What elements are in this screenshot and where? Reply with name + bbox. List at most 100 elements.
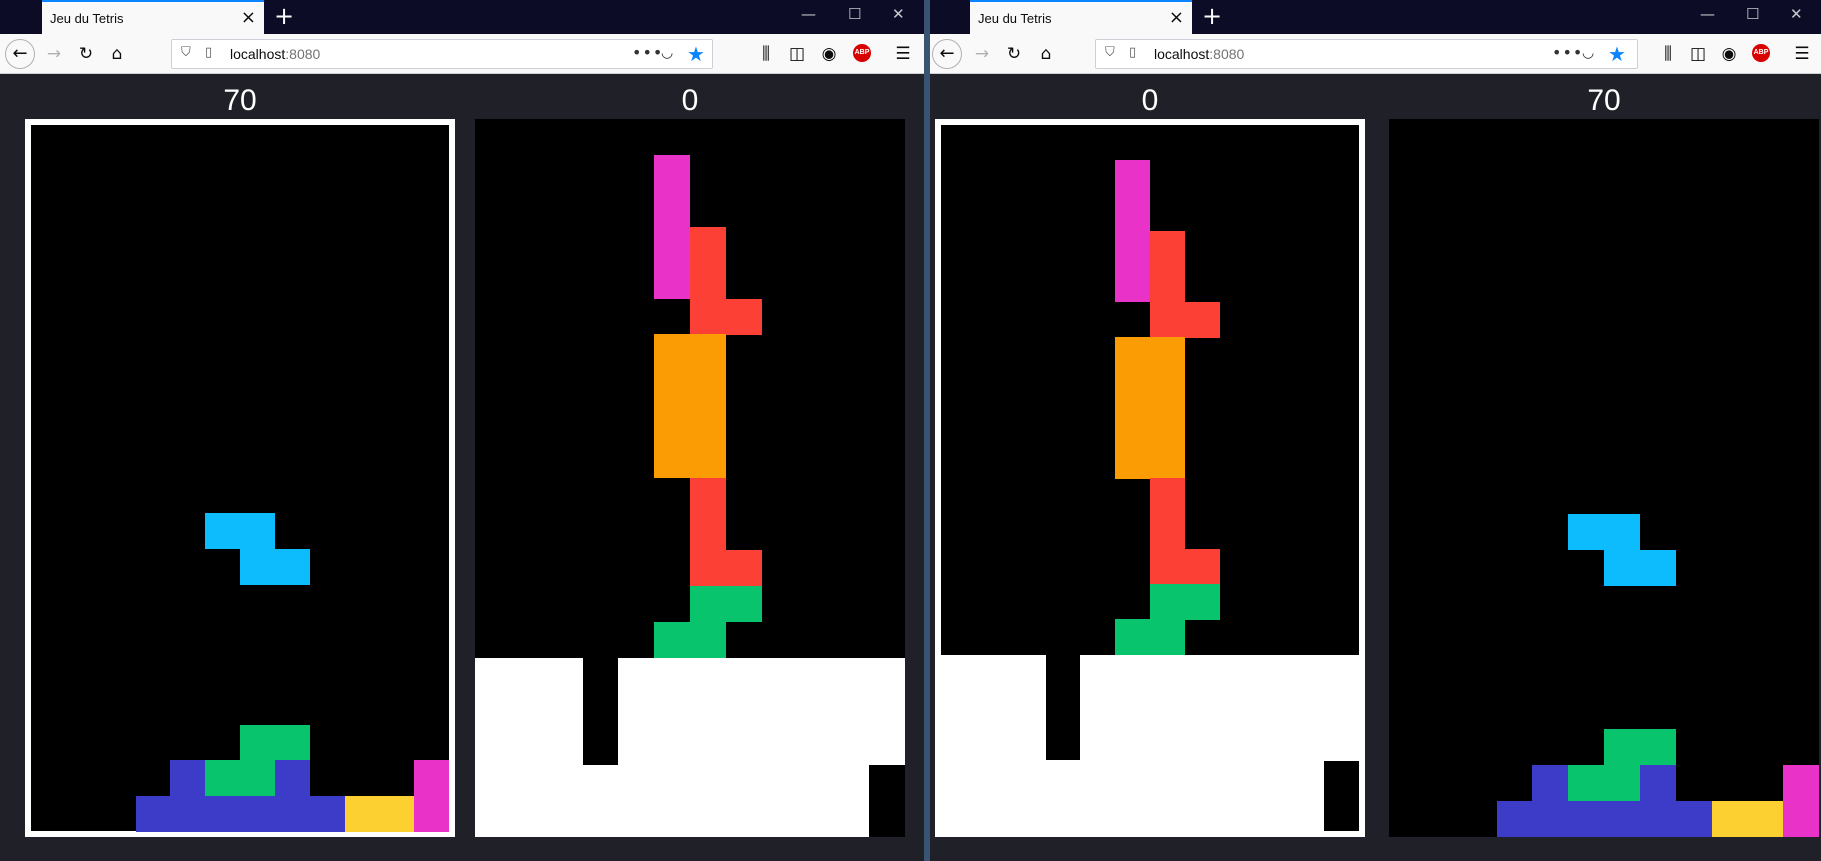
garbage-block — [475, 693, 511, 730]
library-icon[interactable]: ⫼ — [1656, 42, 1680, 66]
garbage-block — [1010, 725, 1046, 762]
page-actions-icon[interactable]: ••• — [632, 43, 663, 62]
garbage-block — [1324, 654, 1360, 691]
tetromino-block-green — [1150, 619, 1185, 656]
garbage-block — [761, 765, 798, 802]
garbage-block — [1254, 760, 1290, 797]
garbage-block — [797, 693, 834, 730]
tetromino-block-orange — [690, 370, 726, 407]
tetromino-block-blue — [309, 795, 345, 832]
garbage-block — [654, 765, 691, 802]
tab-close-icon[interactable]: × — [241, 8, 256, 28]
forward-arrow-icon[interactable]: → — [970, 42, 994, 66]
new-tab-icon[interactable]: + — [1202, 3, 1222, 29]
tetris-board-active[interactable] — [935, 119, 1365, 837]
garbage-block — [1254, 725, 1290, 762]
page-info-icon[interactable]: ▯ — [1129, 45, 1136, 60]
url-bar[interactable]: ⛉ ▯ localhost:8080 ••• ◡ ★ — [171, 39, 713, 69]
tetris-board-active[interactable] — [25, 119, 455, 837]
garbage-block — [690, 729, 726, 766]
forward-arrow-icon[interactable]: → — [42, 42, 66, 66]
tetromino-block-blue — [240, 795, 275, 832]
garbage-block — [618, 693, 655, 730]
garbage-block — [975, 795, 1011, 832]
player-score: 70 — [223, 84, 257, 117]
back-arrow-icon[interactable]: ← — [932, 39, 962, 69]
tetromino-block-green — [1184, 583, 1220, 620]
garbage-block — [654, 657, 691, 694]
garbage-block — [1184, 689, 1220, 726]
tetromino-block-red — [690, 298, 726, 335]
account-icon[interactable]: ◉ — [817, 42, 841, 66]
garbage-block — [1010, 760, 1046, 797]
opponent-score: 70 — [1587, 84, 1621, 117]
tab-close-icon[interactable]: × — [1169, 8, 1184, 28]
tetromino-block-red — [1150, 478, 1185, 514]
reload-icon[interactable]: ↻ — [1002, 42, 1026, 66]
page-info-icon[interactable]: ▯ — [205, 45, 212, 60]
page-actions-icon[interactable]: ••• — [1552, 43, 1583, 62]
tetromino-block-orange — [1115, 407, 1151, 444]
garbage-block — [1115, 725, 1151, 762]
hamburger-menu-icon[interactable]: ☰ — [1790, 42, 1814, 66]
tetromino-block-yellow — [1711, 801, 1748, 838]
tetromino-block-red — [690, 262, 726, 299]
tracking-shield-icon[interactable]: ⛉ — [1105, 45, 1115, 60]
home-icon[interactable]: ⌂ — [105, 42, 129, 66]
garbage-block — [725, 693, 762, 730]
url-bar[interactable]: ⛉ ▯ localhost:8080 ••• ◡ ★ — [1095, 39, 1638, 69]
tetromino-block-blue — [1532, 801, 1569, 838]
garbage-block — [761, 729, 798, 766]
garbage-block — [475, 765, 511, 802]
tetromino-block-blue — [274, 760, 310, 797]
maximize-icon[interactable]: ☐ — [1746, 5, 1759, 23]
bookmark-star-icon[interactable]: ★ — [687, 42, 705, 66]
garbage-block — [833, 729, 870, 766]
tetromino-block-magenta — [414, 760, 450, 797]
tab-bar: Jeu du Tetris × + — ☐ ✕ — [0, 0, 924, 34]
garbage-block — [975, 654, 1011, 691]
garbage-block — [1115, 689, 1151, 726]
garbage-block — [761, 801, 798, 838]
close-window-icon[interactable]: ✕ — [892, 5, 905, 23]
library-icon[interactable]: ⫼ — [754, 42, 778, 66]
player-score: 0 — [1141, 84, 1159, 117]
pocket-icon[interactable]: ◡ — [1582, 45, 1594, 61]
tetromino-block-cyan — [1639, 549, 1676, 586]
tetromino-block-yellow — [1747, 801, 1784, 838]
garbage-block — [941, 689, 976, 726]
tetromino-block-green — [1604, 765, 1640, 802]
tetris-field — [941, 125, 1360, 832]
maximize-icon[interactable]: ☐ — [848, 5, 861, 23]
tetromino-block-blue — [135, 795, 171, 832]
url-text: localhost:8080 — [1154, 46, 1245, 62]
adblock-icon[interactable]: ABP — [1752, 44, 1770, 62]
bookmark-star-icon[interactable]: ★ — [1608, 42, 1626, 66]
garbage-block — [475, 729, 511, 766]
tracking-shield-icon[interactable]: ⛉ — [181, 45, 191, 60]
account-icon[interactable]: ◉ — [1717, 42, 1741, 66]
tetris-field — [475, 119, 906, 838]
garbage-block — [546, 693, 583, 730]
garbage-block — [975, 760, 1011, 797]
adblock-icon[interactable]: ABP — [853, 44, 871, 62]
navigation-toolbar: ← → ↻ ⌂ ⛉ ▯ localhost:8080 ••• ◡ ★ ⫼ ◫ ◉… — [0, 34, 924, 74]
hamburger-menu-icon[interactable]: ☰ — [891, 42, 915, 66]
tab-jeu-du-tetris[interactable]: Jeu du Tetris × — [970, 0, 1192, 34]
browser-window-right: Jeu du Tetris × + — ☐ ✕ ← → ↻ ⌂ ⛉ ▯ loca… — [930, 0, 1821, 861]
back-arrow-icon[interactable]: ← — [5, 39, 35, 69]
garbage-block — [475, 657, 511, 694]
tetris-board-opponent — [475, 119, 906, 838]
minimize-icon[interactable]: — — [801, 5, 816, 23]
sidebar-icon[interactable]: ◫ — [785, 42, 809, 66]
new-tab-icon[interactable]: + — [274, 3, 294, 29]
tetromino-block-green — [274, 725, 310, 762]
tab-jeu-du-tetris[interactable]: Jeu du Tetris × — [42, 0, 264, 34]
pocket-icon[interactable]: ◡ — [661, 45, 673, 61]
close-window-icon[interactable]: ✕ — [1790, 5, 1803, 23]
minimize-icon[interactable]: — — [1700, 5, 1715, 23]
home-icon[interactable]: ⌂ — [1034, 42, 1058, 66]
reload-icon[interactable]: ↻ — [74, 42, 98, 66]
sidebar-icon[interactable]: ◫ — [1686, 42, 1710, 66]
garbage-block — [1080, 760, 1116, 797]
